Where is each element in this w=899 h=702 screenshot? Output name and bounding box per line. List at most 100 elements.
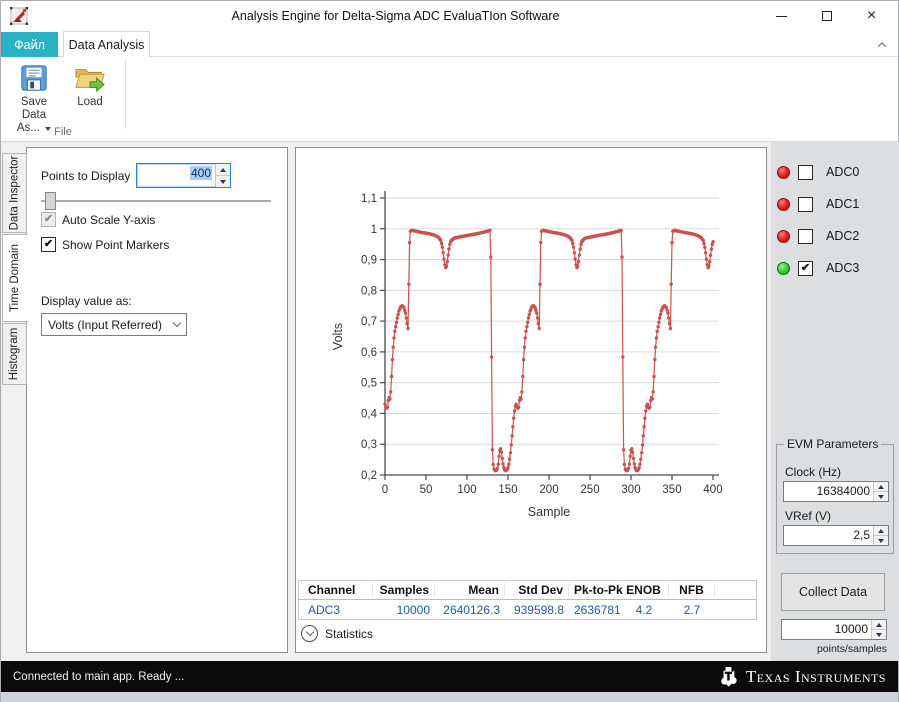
led-green-icon [777, 261, 790, 275]
svg-text:0,2: 0,2 [361, 470, 377, 482]
chevron-up-icon [877, 42, 887, 51]
table-header-channel: Channel [303, 583, 373, 597]
checkbox-adc0[interactable] [798, 164, 813, 180]
side-tab-label: Data Inspector [8, 155, 21, 231]
svg-text:50: 50 [420, 484, 433, 496]
points-to-display-value[interactable]: 400 [189, 166, 212, 180]
show-point-markers-checkbox[interactable]: ✔ [41, 237, 56, 252]
statistics-table: Channel Samples Mean Std Dev Pk-to-Pk ENOB NFB… [298, 580, 757, 620]
led-red-icon [777, 197, 790, 211]
close-icon: × [866, 7, 877, 24]
spin-up-button[interactable] [874, 526, 888, 536]
bottom-strip [1, 692, 898, 702]
svg-text:350: 350 [662, 484, 681, 496]
side-tab-time-domain[interactable]: Time Domain [2, 234, 28, 322]
tab-file[interactable]: Файл [1, 32, 58, 57]
ribbon-tab-row: Файл Data Analysis [1, 31, 898, 58]
clock-spinner[interactable]: 16384000 [783, 481, 889, 502]
statistics-expander[interactable]: Statistics [301, 625, 373, 642]
checkbox-adc1[interactable] [798, 196, 813, 212]
side-tab-histogram[interactable]: Histogram [2, 323, 27, 385]
samples-spinner[interactable]: 10000 [781, 619, 887, 640]
ribbon-group-separator [125, 59, 126, 129]
points-samples-label: points/samples [816, 643, 887, 655]
show-point-markers-label: Show Point Markers [62, 237, 170, 252]
save-label-line1: Save Data [20, 96, 48, 121]
spin-up-button[interactable] [874, 482, 888, 492]
vref-label: VRef (V) [785, 509, 832, 523]
checkbox-adc2[interactable] [798, 228, 813, 244]
channel-label-adc3: ADC3 [826, 261, 860, 275]
floppy-disk-icon [21, 65, 47, 91]
side-tab-label: Time Domain [9, 244, 22, 312]
table-cell-nfb: 2.7 [683, 602, 701, 617]
side-tab-data-inspector[interactable]: Data Inspector [2, 153, 27, 233]
ti-logo: Texas Instruments [719, 665, 886, 688]
channel-row-adc3: ✔ ADC3 [777, 260, 859, 276]
expander-circle[interactable] [301, 625, 318, 642]
ti-brand-name: Texas Instruments [745, 666, 886, 686]
slider-track[interactable] [41, 200, 271, 202]
clock-value[interactable]: 16384000 [784, 482, 873, 501]
tab-data-analysis[interactable]: Data Analysis [63, 31, 150, 58]
svg-text:100: 100 [457, 484, 476, 496]
table-cell-samples: 10000 [396, 602, 430, 617]
table-header-enob: ENOB [619, 583, 669, 597]
svg-text:400: 400 [703, 484, 722, 496]
status-bar: Connected to main app. Ready ... Texas I… [1, 661, 898, 692]
load-button[interactable]: Load [65, 61, 115, 111]
spin-down-button[interactable] [872, 630, 886, 639]
table-header-row: Channel Samples Mean Std Dev Pk-to-Pk ENOB NFB [299, 581, 756, 600]
collect-data-button[interactable]: Collect Data [781, 573, 885, 611]
chevron-down-icon [305, 627, 314, 637]
clock-label: Clock (Hz) [785, 465, 841, 479]
ribbon-group-file-label: File [54, 126, 72, 138]
spin-up-button[interactable] [872, 620, 886, 630]
points-to-display-label: Points to Display [41, 169, 131, 183]
maximize-button[interactable] [804, 1, 849, 31]
load-label: Load [77, 96, 103, 108]
auto-scale-y-axis-label: Auto Scale Y-axis [62, 212, 156, 227]
table-cell-enob: 4.2 [635, 602, 653, 617]
spin-down-button[interactable] [874, 492, 888, 501]
collapse-ribbon-button[interactable] [875, 39, 889, 51]
display-value-combobox[interactable]: Volts (Input Referred) [41, 313, 187, 336]
svg-text:1,1: 1,1 [361, 193, 377, 205]
svg-text:0,9: 0,9 [361, 255, 377, 267]
vref-spinner[interactable]: 2,5 [783, 525, 889, 546]
spin-up-button[interactable] [216, 164, 230, 176]
spin-down-button[interactable] [216, 176, 230, 187]
ribbon: Save Data As... Load File [1, 57, 898, 142]
led-red-icon [777, 229, 790, 243]
slider-thumb[interactable] [45, 192, 56, 210]
points-slider[interactable] [41, 192, 271, 210]
svg-text:0: 0 [382, 484, 388, 496]
svg-text:0,4: 0,4 [361, 408, 378, 420]
evm-parameters-title: EVM Parameters [784, 437, 882, 451]
vref-value[interactable]: 2,5 [784, 526, 873, 545]
status-text: Connected to main app. Ready ... [13, 670, 185, 683]
close-button[interactable]: × [849, 1, 894, 31]
chevron-down-icon [172, 318, 182, 328]
samples-value[interactable]: 10000 [782, 620, 871, 639]
window-title: Analysis Engine for Delta-Sigma ADC Eval… [231, 9, 560, 23]
svg-text:0,6: 0,6 [361, 347, 377, 359]
svg-text:Sample: Sample [528, 505, 570, 519]
svg-text:0,8: 0,8 [361, 285, 377, 297]
table-row[interactable]: ADC3 10000 2640126.3 939598.8 2636781 4.2 2.7 [299, 600, 756, 619]
led-red-icon [777, 165, 790, 179]
checkbox-adc3[interactable]: ✔ [798, 260, 813, 276]
table-header-std-dev: Std Dev [505, 583, 569, 597]
app-window: Analysis Engine for Delta-Sigma ADC Eval… [0, 0, 899, 702]
minimize-icon [776, 15, 787, 17]
table-header-samples: Samples [373, 583, 435, 597]
minimize-button[interactable] [759, 1, 804, 31]
svg-text:200: 200 [539, 484, 558, 496]
channel-label-adc2: ADC2 [826, 229, 860, 243]
waveform-chart: 0,2 0,3 0,4 0,5 0,6 0,7 0,8 0,9 1 1,1 0 50 100 150 200… [331, 191, 723, 519]
display-value-as-label: Display value as: [41, 294, 132, 308]
points-to-display-spinner[interactable]: 400 [136, 163, 231, 188]
triangle-down-icon [220, 179, 226, 184]
table-cell-mean: 2640126.3 [443, 602, 500, 617]
spin-down-button[interactable] [874, 536, 888, 545]
